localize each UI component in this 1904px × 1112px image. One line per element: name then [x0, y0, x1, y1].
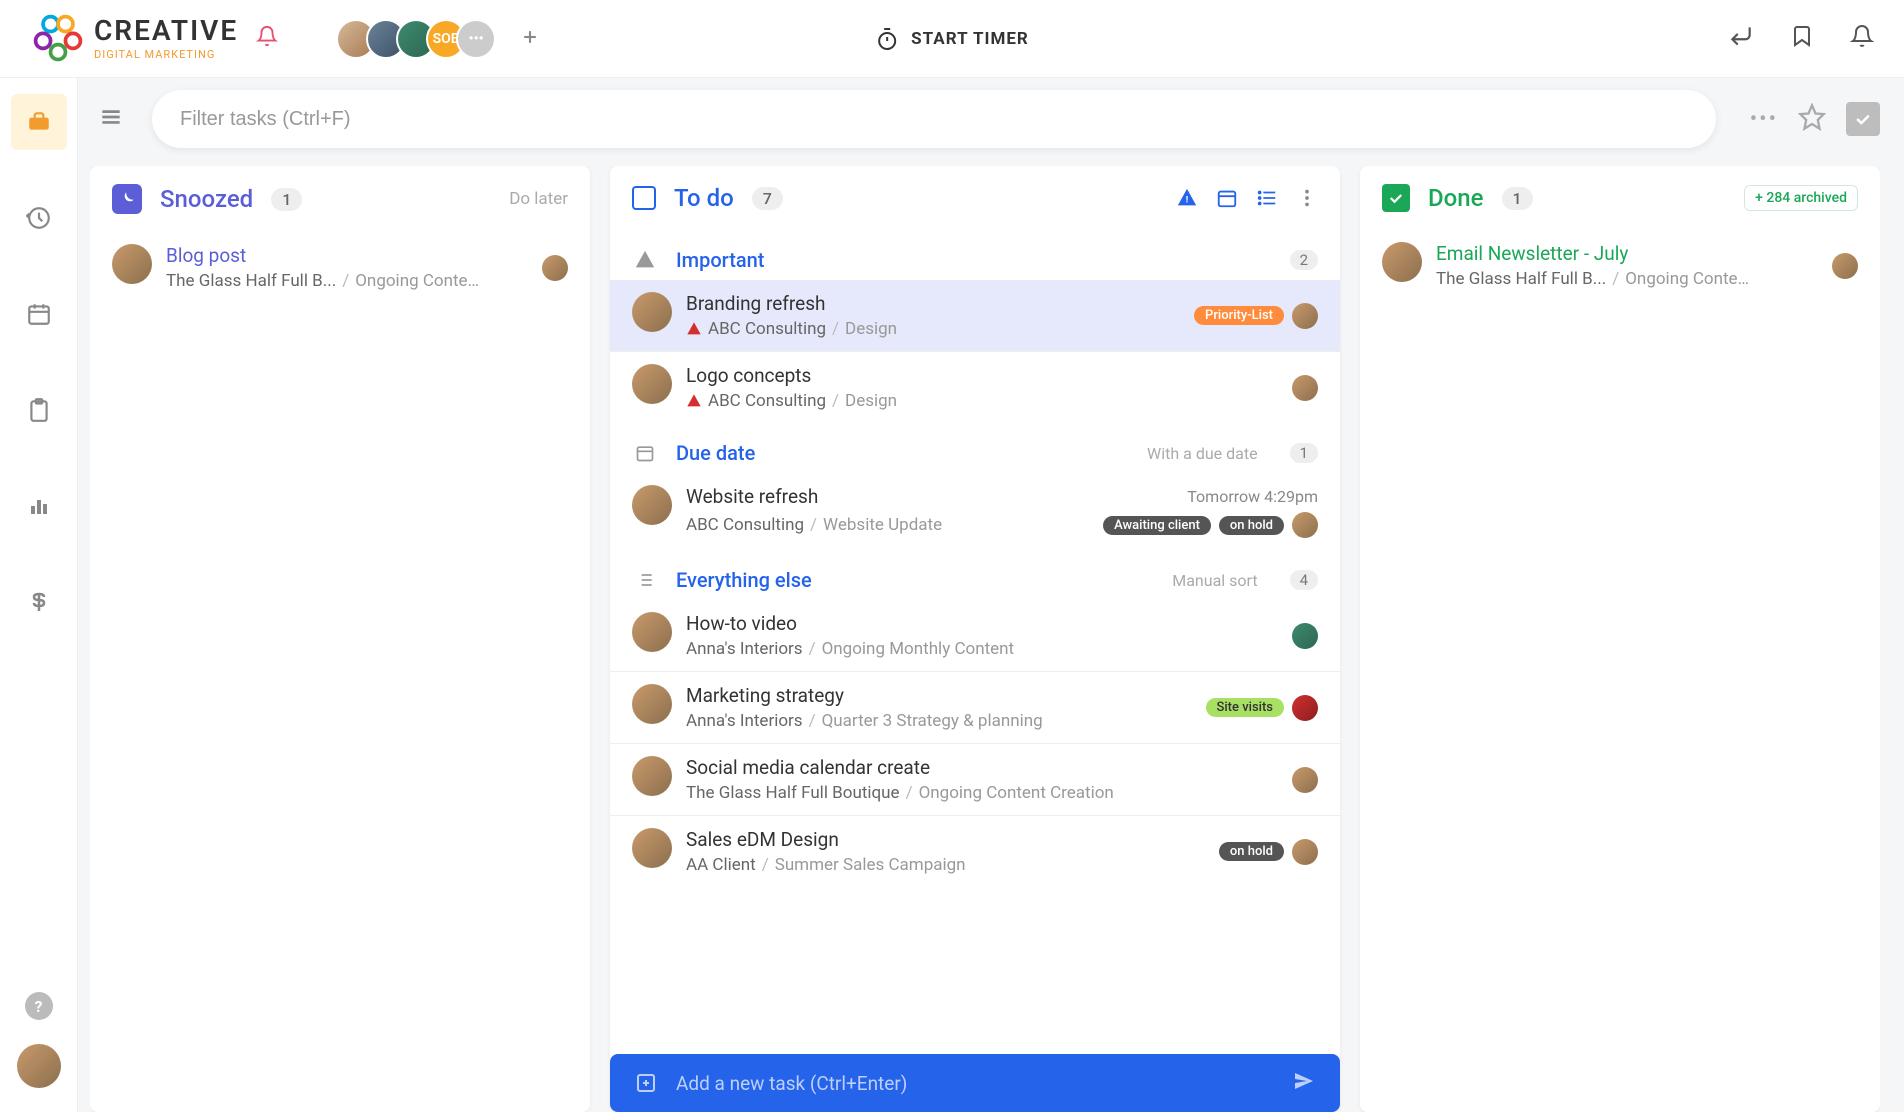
- task-row[interactable]: Branding refresh ABC Consulting / Design…: [610, 280, 1340, 351]
- done-count: 1: [1502, 187, 1533, 210]
- task-avatar: [632, 485, 672, 525]
- task-title: Blog post: [166, 244, 528, 267]
- column-snoozed: Snoozed 1 Do later Blog post The Glass H…: [90, 166, 590, 1112]
- archived-link[interactable]: + 284 archived: [1744, 185, 1858, 211]
- snoozed-title: Snoozed: [160, 185, 253, 213]
- brand-logo[interactable]: CREATIVE DIGITAL MARKETING: [30, 11, 238, 67]
- add-task-bar[interactable]: Add a new task (Ctrl+Enter): [610, 1054, 1340, 1112]
- done-title: Done: [1428, 184, 1484, 212]
- tag-pill[interactable]: Awaiting client: [1103, 516, 1211, 535]
- send-icon[interactable]: [1292, 1069, 1316, 1098]
- todo-count: 7: [752, 187, 783, 210]
- section-important[interactable]: Important 2: [610, 230, 1340, 280]
- task-row[interactable]: Email Newsletter - July The Glass Half F…: [1360, 230, 1880, 301]
- priority-flag-icon: [686, 321, 702, 337]
- tag-pill[interactable]: on hold: [1219, 516, 1284, 535]
- do-later-label[interactable]: Do later: [509, 189, 568, 209]
- add-task-icon: [634, 1071, 658, 1095]
- brand-name: CREATIVE: [94, 17, 238, 45]
- task-avatar: [632, 364, 672, 404]
- task-row[interactable]: Blog post The Glass Half Full B... / Ong…: [90, 232, 590, 303]
- bell-icon[interactable]: [256, 25, 278, 52]
- calendar-icon: [632, 443, 658, 463]
- help-button[interactable]: ?: [25, 992, 53, 1020]
- section-else[interactable]: Everything else Manual sort 4: [610, 550, 1340, 600]
- add-task-placeholder: Add a new task (Ctrl+Enter): [676, 1072, 1274, 1095]
- tag-pill[interactable]: Priority-List: [1194, 306, 1284, 325]
- priority-flag-icon: [686, 393, 702, 409]
- current-user-avatar[interactable]: [17, 1044, 61, 1088]
- assignee-avatar: [1292, 512, 1318, 538]
- start-timer-button[interactable]: START TIMER: [875, 27, 1029, 51]
- task-avatar: [632, 684, 672, 724]
- task-row[interactable]: Logo concepts ABC Consulting / Design: [610, 352, 1340, 423]
- snoozed-count: 1: [271, 188, 302, 211]
- column-more-icon[interactable]: [1296, 187, 1318, 209]
- warning-icon: [632, 249, 658, 271]
- rail-billing[interactable]: [11, 574, 67, 630]
- priority-filter-icon[interactable]: !: [1176, 187, 1198, 209]
- task-avatar: [632, 292, 672, 332]
- tag-pill[interactable]: on hold: [1219, 842, 1284, 861]
- rail-calendar[interactable]: [11, 286, 67, 342]
- rail-analytics[interactable]: [11, 478, 67, 534]
- logo-icon: [30, 11, 86, 67]
- star-icon[interactable]: [1798, 103, 1826, 136]
- task-row[interactable]: Social media calendar create The Glass H…: [610, 744, 1340, 815]
- member-avatars[interactable]: SOB •••: [336, 19, 496, 59]
- list-icon: [632, 570, 658, 590]
- assignee-avatar: [1292, 623, 1318, 649]
- assignee-avatar: [1292, 303, 1318, 329]
- rail-history[interactable]: [11, 190, 67, 246]
- svg-text:!: !: [1186, 196, 1188, 206]
- task-avatar: [632, 756, 672, 796]
- avatar-more[interactable]: •••: [456, 19, 496, 59]
- brand-tagline: DIGITAL MARKETING: [94, 49, 238, 60]
- tag-pill[interactable]: Site visits: [1206, 698, 1285, 717]
- stopwatch-icon: [875, 27, 899, 51]
- moon-icon: [112, 184, 142, 214]
- task-row[interactable]: Website refresh Tomorrow 4:29pm ABC Cons…: [610, 473, 1340, 550]
- task-avatar: [632, 612, 672, 652]
- assignee-avatar: [1292, 375, 1318, 401]
- timer-label: START TIMER: [911, 29, 1029, 49]
- calendar-filter-icon[interactable]: [1216, 187, 1238, 209]
- select-toggle[interactable]: [1846, 102, 1880, 136]
- column-done: Done 1 + 284 archived Email Newsletter -…: [1360, 166, 1880, 1112]
- column-todo: To do 7 ! Important 2: [610, 166, 1340, 1112]
- rail-briefcase[interactable]: [11, 94, 67, 150]
- assignee-avatar: [1292, 839, 1318, 865]
- assignee-avatar: [1292, 767, 1318, 793]
- assignee-avatar: [542, 255, 568, 281]
- notification-bell-icon[interactable]: [1850, 24, 1874, 53]
- task-row[interactable]: Sales eDM Design AA Client/Summer Sales …: [610, 816, 1340, 887]
- bookmark-icon[interactable]: [1790, 24, 1814, 53]
- content-area: ••• Snoozed 1 Do later: [78, 78, 1904, 1112]
- left-nav-rail: ?: [0, 78, 78, 1112]
- rail-clipboard[interactable]: [11, 382, 67, 438]
- task-avatar: [632, 828, 672, 868]
- assignee-avatar: [1292, 695, 1318, 721]
- assignee-avatar: [1832, 253, 1858, 279]
- checkbox-outline-icon: [632, 186, 656, 210]
- task-avatar: [1382, 242, 1422, 282]
- task-row[interactable]: Marketing strategy Anna's Interiors/Quar…: [610, 672, 1340, 743]
- task-avatar: [112, 244, 152, 284]
- back-icon[interactable]: [1728, 23, 1754, 54]
- filter-more-icon[interactable]: •••: [1750, 107, 1778, 132]
- todo-title: To do: [674, 184, 734, 212]
- menu-toggle-icon[interactable]: [90, 96, 132, 143]
- check-icon: [1382, 184, 1410, 212]
- task-row[interactable]: How-to video Anna's Interiors/Ongoing Mo…: [610, 600, 1340, 671]
- top-header: CREATIVE DIGITAL MARKETING SOB ••• START…: [0, 0, 1904, 78]
- section-due[interactable]: Due date With a due date 1: [610, 423, 1340, 473]
- add-member-button[interactable]: [520, 25, 540, 53]
- filter-input[interactable]: [152, 90, 1716, 148]
- list-filter-icon[interactable]: [1256, 187, 1278, 209]
